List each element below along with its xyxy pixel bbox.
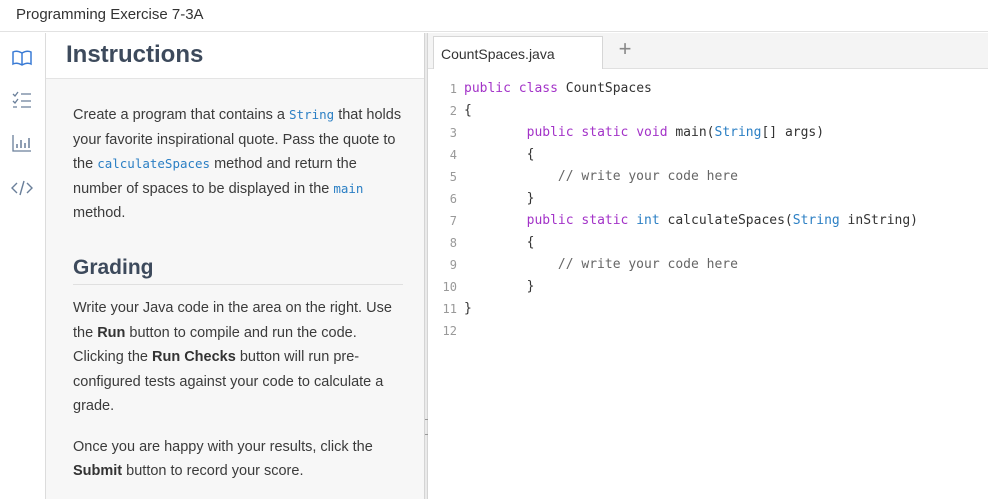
code-area[interactable]: public class CountSpaces { public static … xyxy=(464,78,918,342)
intro-paragraph: Create a program that contains a String … xyxy=(73,103,403,226)
grading-heading: Grading xyxy=(73,256,403,285)
line-number: 10 xyxy=(442,280,457,294)
code-line[interactable]: { xyxy=(464,232,918,254)
intro-text: Create a program that contains a xyxy=(73,107,290,123)
chart-icon[interactable] xyxy=(11,132,33,154)
code-line[interactable]: public static void main(String[] args) xyxy=(464,122,918,144)
instructions-header: Instructions xyxy=(46,33,424,79)
inline-code-calculatespaces: calculateSpaces xyxy=(97,156,211,171)
code-line[interactable]: public class CountSpaces xyxy=(464,78,918,100)
code-token: } xyxy=(464,301,472,316)
closing-text: button to record your score. xyxy=(122,463,304,479)
grading-paragraph: Write your Java code in the area on the … xyxy=(73,296,403,419)
closing-text: Once you are happy with your results, cl… xyxy=(73,438,373,455)
code-token: { xyxy=(464,103,472,118)
code-token: inString) xyxy=(839,213,919,228)
code-token: } xyxy=(464,279,535,294)
run-checks-label: Run Checks xyxy=(151,349,236,365)
line-number: 4 xyxy=(449,148,457,162)
code-token: calculateSpaces( xyxy=(659,213,793,228)
code-token: main( xyxy=(667,125,715,140)
line-number-gutter: 1 2 3 4 5 6 7 8 9 10 11 12 xyxy=(428,78,460,342)
code-token: { xyxy=(464,147,535,162)
code-line[interactable]: // write your code here xyxy=(464,166,918,188)
code-line[interactable] xyxy=(464,320,918,342)
instructions-body: Create a program that contains a String … xyxy=(73,103,403,484)
add-tab-button[interactable]: + xyxy=(614,36,636,62)
code-token: void xyxy=(636,125,668,140)
code-line[interactable]: // write your code here xyxy=(464,254,918,276)
intro-text: method. xyxy=(73,205,126,221)
closing-paragraph: Once you are happy with your results, cl… xyxy=(73,435,403,484)
code-token: public xyxy=(526,213,574,228)
window-title: Programming Exercise 7-3A xyxy=(16,6,204,23)
line-number: 12 xyxy=(442,324,457,338)
book-icon[interactable] xyxy=(11,47,33,69)
line-number: 6 xyxy=(449,192,457,206)
inline-code-main: main xyxy=(333,180,364,196)
line-number: 2 xyxy=(449,104,457,118)
code-icon[interactable] xyxy=(11,177,33,199)
line-number: 7 xyxy=(449,214,457,228)
code-editor: CountSpaces.java + 1 2 3 4 5 6 7 8 9 10 11 12 publi… xyxy=(428,33,988,499)
line-number: 1 xyxy=(449,82,457,96)
run-label: Run xyxy=(97,324,126,341)
code-token: public xyxy=(464,81,511,96)
inline-code-string: String xyxy=(289,107,335,122)
code-token: static xyxy=(581,213,629,228)
title-bar: Programming Exercise 7-3A xyxy=(0,0,988,32)
code-token: CountSpaces xyxy=(557,81,652,96)
code-line[interactable]: { xyxy=(464,100,918,122)
code-line[interactable]: public static int calculateSpaces(String… xyxy=(464,210,918,232)
code-token: [] args) xyxy=(761,125,825,140)
code-token: static xyxy=(581,125,629,140)
code-line[interactable]: { xyxy=(464,144,918,166)
code-line[interactable]: } xyxy=(464,276,918,298)
line-number: 8 xyxy=(449,236,457,250)
splitter-grip[interactable] xyxy=(425,419,427,435)
code-token: { xyxy=(464,235,535,250)
code-token: } xyxy=(464,191,535,206)
code-token: public xyxy=(526,125,574,140)
line-number: 11 xyxy=(442,302,457,316)
file-tab-label: CountSpaces.java xyxy=(441,46,555,62)
instructions-heading: Instructions xyxy=(66,41,204,68)
line-number: 5 xyxy=(449,170,457,184)
code-token: // write your code here xyxy=(464,257,738,272)
code-line[interactable]: } xyxy=(464,298,918,320)
line-number: 3 xyxy=(449,126,457,140)
code-token: // write your code here xyxy=(464,169,738,184)
checklist-icon[interactable] xyxy=(11,89,33,111)
code-token: class xyxy=(518,81,558,96)
code-token: String xyxy=(792,213,840,228)
line-number: 9 xyxy=(449,258,457,272)
instructions-panel: Instructions Create a program that conta… xyxy=(46,33,424,499)
code-token: String xyxy=(714,125,762,140)
side-rail xyxy=(0,33,46,499)
submit-label: Submit xyxy=(73,463,123,479)
file-tab[interactable]: CountSpaces.java xyxy=(433,36,603,69)
code-token: int xyxy=(636,213,660,228)
code-line[interactable]: } xyxy=(464,188,918,210)
editor-tab-bar: CountSpaces.java + xyxy=(428,33,988,69)
